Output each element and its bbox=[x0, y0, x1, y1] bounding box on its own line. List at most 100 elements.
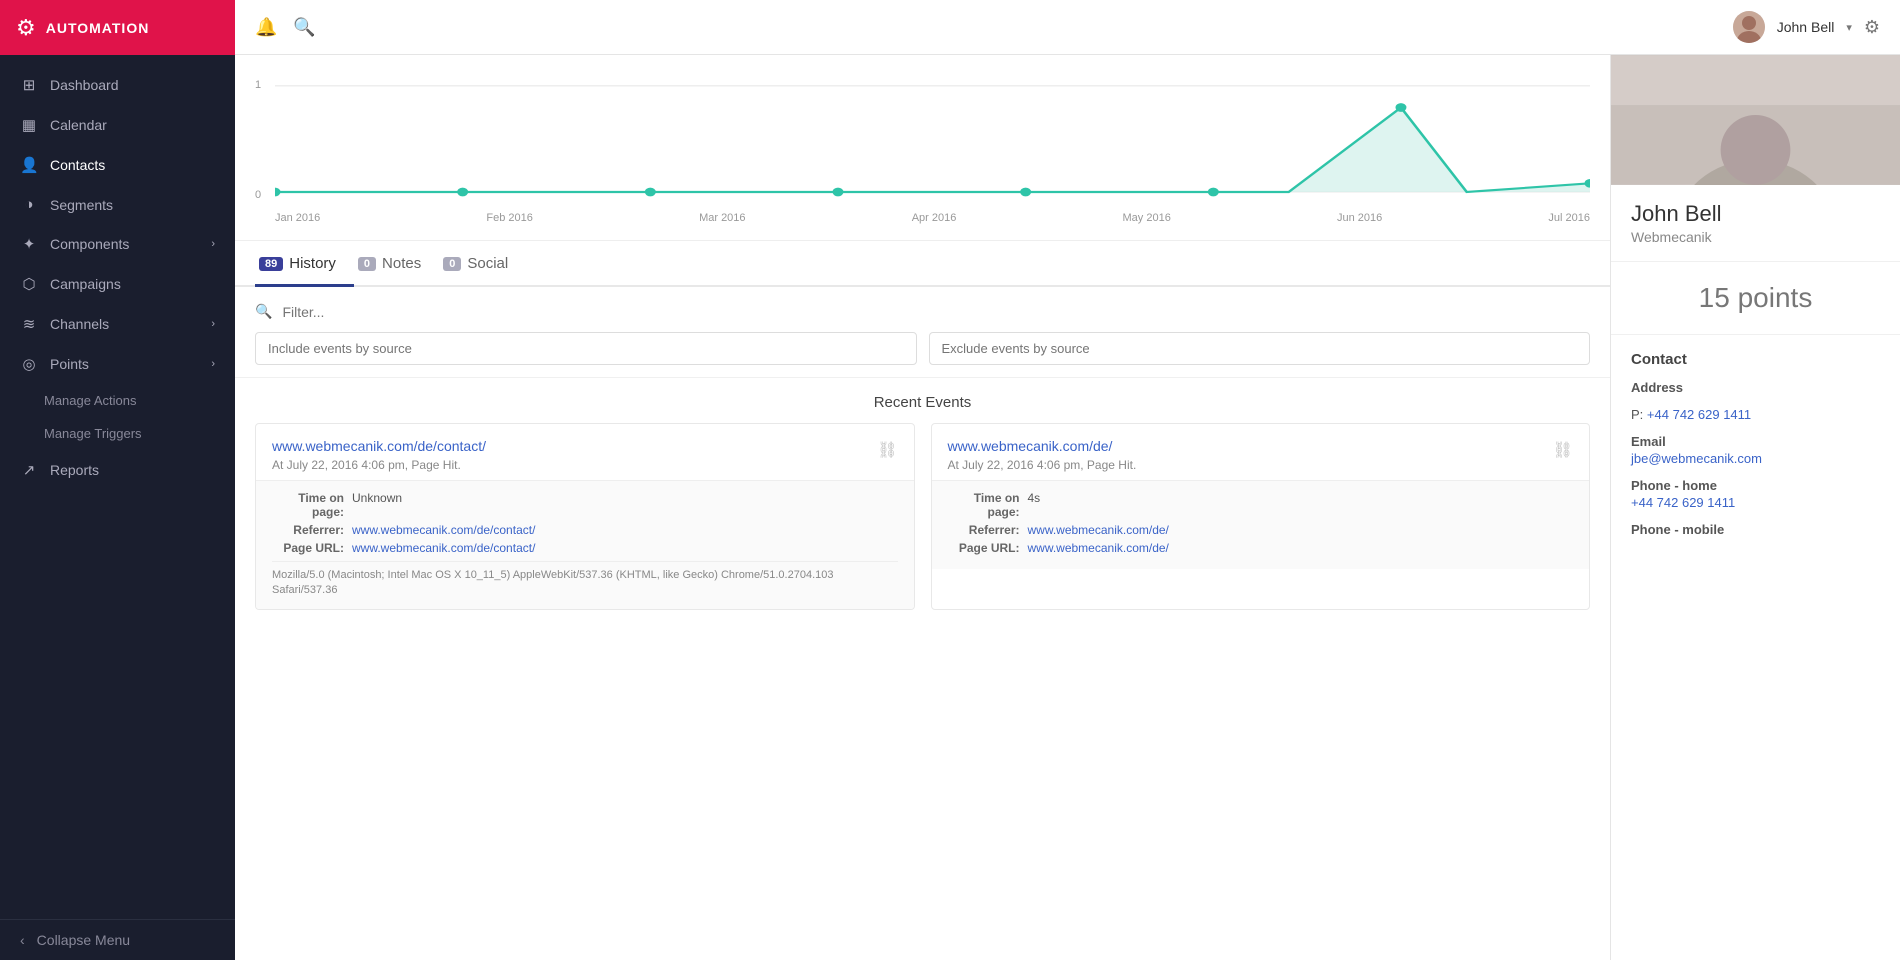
include-source-input[interactable] bbox=[255, 332, 917, 365]
event-detail-row: Page URL: www.webmecanik.com/de/contact/ bbox=[272, 541, 898, 555]
phone-home-value: +44 742 629 1411 bbox=[1631, 495, 1880, 510]
campaigns-icon: ⬡ bbox=[20, 275, 38, 293]
components-icon: ✦ bbox=[20, 235, 38, 253]
channels-icon: ≋ bbox=[20, 315, 38, 333]
detail-label: Referrer: bbox=[272, 523, 352, 537]
x-label-apr: Apr 2016 bbox=[912, 212, 957, 224]
chevron-right-icon: › bbox=[211, 238, 215, 250]
phone-home-label: Phone - home bbox=[1631, 478, 1880, 493]
email-value[interactable]: jbe@webmecanik.com bbox=[1631, 451, 1880, 466]
address-label: Address bbox=[1631, 380, 1880, 395]
tab-notes-label: Notes bbox=[382, 255, 421, 272]
bell-icon[interactable]: 🔔 bbox=[255, 17, 277, 38]
sidebar-item-label: Calendar bbox=[50, 117, 107, 133]
phone-mobile-field: Phone - mobile bbox=[1631, 522, 1880, 537]
sidebar-header: ⚙ AUTOMATION bbox=[0, 0, 235, 55]
sidebar-item-points[interactable]: ◎ Points › bbox=[0, 344, 235, 384]
detail-value-referrer[interactable]: www.webmecanik.com/de/contact/ bbox=[352, 523, 535, 537]
event-title-group-0: www.webmecanik.com/de/contact/ At July 2… bbox=[272, 438, 877, 472]
collapse-icon: ‹ bbox=[20, 932, 25, 948]
manage-actions-label: Manage Actions bbox=[44, 393, 137, 408]
event-card-header-1: www.webmecanik.com/de/ At July 22, 2016 … bbox=[932, 424, 1590, 480]
sidebar-item-label: Dashboard bbox=[50, 77, 119, 93]
event-detail-row: Time on page: 4s bbox=[948, 491, 1574, 519]
sidebar-item-manage-triggers[interactable]: Manage Triggers bbox=[0, 417, 235, 450]
y-label-1: 1 bbox=[255, 79, 261, 91]
event-subtitle-1: At July 22, 2016 4:06 pm, Page Hit. bbox=[948, 458, 1553, 472]
chart-area: 1 0 bbox=[235, 55, 1610, 241]
email-field: Email jbe@webmecanik.com bbox=[1631, 434, 1880, 466]
tab-history-label: History bbox=[289, 255, 336, 272]
event-card-header-0: www.webmecanik.com/de/contact/ At July 2… bbox=[256, 424, 914, 480]
sidebar-item-dashboard[interactable]: ⊞ Dashboard bbox=[0, 65, 235, 105]
contact-details: Contact Address P: +44 742 629 1411 Emai… bbox=[1611, 335, 1900, 565]
sidebar-item-contacts[interactable]: 👤 Contacts bbox=[0, 145, 235, 185]
y-label-0: 0 bbox=[255, 189, 261, 201]
exclude-source-input[interactable] bbox=[929, 332, 1591, 365]
link-icon-0: ⛓ bbox=[877, 440, 897, 460]
sidebar-item-reports[interactable]: ↗ Reports bbox=[0, 450, 235, 490]
event-url-1[interactable]: www.webmecanik.com/de/ bbox=[948, 438, 1113, 454]
sidebar-item-components[interactable]: ✦ Components › bbox=[0, 224, 235, 264]
event-ua-0: Mozilla/5.0 (Macintosh; Intel Mac OS X 1… bbox=[272, 561, 898, 599]
sidebar-nav: ⊞ Dashboard ▦ Calendar 👤 Contacts ◑ Segm… bbox=[0, 55, 235, 919]
detail-value-pageurl[interactable]: www.webmecanik.com/de/contact/ bbox=[352, 541, 535, 555]
detail-value-pageurl[interactable]: www.webmecanik.com/de/ bbox=[1028, 541, 1169, 555]
tab-social-label: Social bbox=[467, 255, 508, 272]
sidebar-item-campaigns[interactable]: ⬡ Campaigns bbox=[0, 264, 235, 304]
collapse-label: Collapse Menu bbox=[37, 932, 130, 948]
x-label-jul: Jul 2016 bbox=[1548, 212, 1590, 224]
chevron-right-icon: › bbox=[211, 318, 215, 330]
contact-section-title: Contact bbox=[1631, 351, 1880, 368]
settings-icon[interactable]: ⚙ bbox=[1864, 17, 1880, 38]
detail-value-time: Unknown bbox=[352, 491, 402, 519]
email-label: Email bbox=[1631, 434, 1880, 449]
content-area: 1 0 bbox=[235, 55, 1900, 960]
sidebar-item-label: Campaigns bbox=[50, 276, 121, 292]
sidebar-item-manage-actions[interactable]: Manage Actions bbox=[0, 384, 235, 417]
tab-notes[interactable]: 0 Notes bbox=[354, 241, 439, 287]
collapse-menu-button[interactable]: ‹ Collapse Menu bbox=[0, 919, 235, 960]
phone-mobile-label: Phone - mobile bbox=[1631, 522, 1880, 537]
detail-value-referrer[interactable]: www.webmecanik.com/de/ bbox=[1028, 523, 1169, 537]
user-dropdown-arrow[interactable]: ▾ bbox=[1846, 21, 1852, 34]
detail-label: Page URL: bbox=[272, 541, 352, 555]
event-subtitle-0: At July 22, 2016 4:06 pm, Page Hit. bbox=[272, 458, 877, 472]
detail-label: Page URL: bbox=[948, 541, 1028, 555]
filter-row: 🔍 bbox=[255, 303, 1590, 320]
chart-container: 1 0 bbox=[255, 75, 1590, 230]
event-detail-row: Page URL: www.webmecanik.com/de/ bbox=[948, 541, 1574, 555]
events-container: www.webmecanik.com/de/contact/ At July 2… bbox=[235, 423, 1610, 630]
event-detail-row: Referrer: www.webmecanik.com/de/contact/ bbox=[272, 523, 898, 537]
event-card-body-0: Time on page: Unknown Referrer: www.webm… bbox=[256, 480, 914, 609]
right-panel: John Bell Webmecanik 15 points Contact A… bbox=[1610, 55, 1900, 960]
recent-events-label: Recent Events bbox=[235, 378, 1610, 423]
tab-social[interactable]: 0 Social bbox=[439, 241, 526, 287]
tab-history[interactable]: 89 History bbox=[255, 241, 354, 287]
chart-x-labels: Jan 2016 Feb 2016 Mar 2016 Apr 2016 May … bbox=[275, 212, 1590, 224]
event-detail-row: Time on page: Unknown bbox=[272, 491, 898, 519]
source-filter-row bbox=[255, 332, 1590, 365]
x-label-feb: Feb 2016 bbox=[486, 212, 532, 224]
sidebar-item-calendar[interactable]: ▦ Calendar bbox=[0, 105, 235, 145]
x-label-jan: Jan 2016 bbox=[275, 212, 320, 224]
notes-badge: 0 bbox=[358, 257, 376, 271]
sidebar-item-segments[interactable]: ◑ Segments bbox=[0, 185, 235, 224]
search-icon[interactable]: 🔍 bbox=[293, 17, 315, 38]
sidebar-item-label: Contacts bbox=[50, 157, 105, 173]
x-label-jun: Jun 2016 bbox=[1337, 212, 1382, 224]
topbar: 🔔 🔍 John Bell ▾ ⚙ bbox=[235, 0, 1900, 55]
event-url-0[interactable]: www.webmecanik.com/de/contact/ bbox=[272, 438, 486, 454]
detail-value-time: 4s bbox=[1028, 491, 1041, 519]
detail-label: Time on page: bbox=[272, 491, 352, 519]
user-name: John Bell bbox=[1777, 19, 1835, 35]
calendar-icon: ▦ bbox=[20, 116, 38, 134]
filter-input[interactable] bbox=[282, 304, 1590, 320]
sidebar-item-label: Points bbox=[50, 356, 89, 372]
phone-prefix: P: bbox=[1631, 407, 1643, 422]
event-card-body-1: Time on page: 4s Referrer: www.webmecani… bbox=[932, 480, 1590, 569]
history-badge: 89 bbox=[259, 257, 283, 271]
dashboard-icon: ⊞ bbox=[20, 76, 38, 94]
contact-photo bbox=[1611, 55, 1900, 185]
sidebar-item-channels[interactable]: ≋ Channels › bbox=[0, 304, 235, 344]
